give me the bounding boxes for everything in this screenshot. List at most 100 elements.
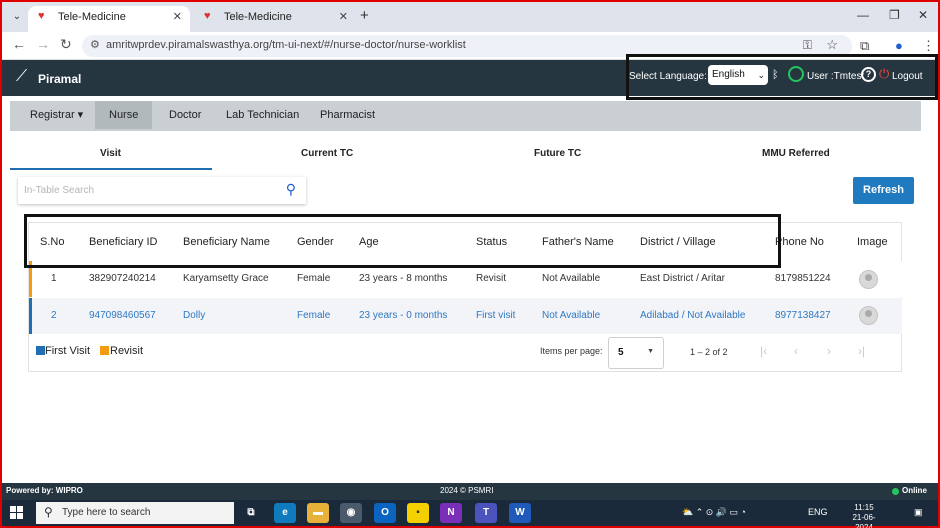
site-info-icon[interactable]: ⚙: [90, 38, 100, 51]
search-input[interactable]: In-Table Search ⚲: [18, 177, 306, 204]
tab-close-icon[interactable]: ✕: [173, 6, 182, 28]
last-page-icon[interactable]: ›|: [858, 344, 865, 358]
tab-title: Tele-Medicine: [224, 11, 292, 23]
powered-by: Powered by: WIPRO: [6, 486, 83, 495]
file-explorer-icon[interactable]: ▬: [307, 503, 329, 523]
cell-age: 23 years - 0 months: [359, 310, 448, 321]
minimize-icon[interactable]: —: [857, 8, 869, 22]
browser-tab-active[interactable]: ♥ Tele-Medicine ✕: [28, 6, 190, 32]
cell-beneficiary-id: 947098460567: [89, 310, 156, 321]
tab-visit[interactable]: Visit: [100, 148, 121, 159]
cell-beneficiary-id: 382907240214: [89, 273, 156, 284]
word-icon[interactable]: W: [509, 503, 531, 523]
role-nav: Registrar ▾ Nurse Doctor Lab Technician …: [10, 101, 921, 131]
browser-tab[interactable]: ♥ Tele-Medicine ✕: [194, 6, 356, 32]
role-pharmacist[interactable]: Pharmacist: [320, 101, 375, 129]
tab-search-icon[interactable]: ⌄: [8, 8, 26, 26]
online-status-icon: [892, 488, 899, 495]
cell-phone: 8977138427: [775, 310, 831, 321]
back-icon[interactable]: ←: [12, 36, 26, 52]
search-icon[interactable]: ⚲: [286, 181, 296, 198]
first-page-icon[interactable]: |‹: [760, 344, 767, 358]
extensions-icon[interactable]: ⧉: [860, 38, 869, 54]
cell-fathers-name: Not Available: [542, 273, 601, 284]
beneficiary-avatar[interactable]: [859, 306, 878, 325]
logo-text: Piramal: [38, 72, 82, 86]
browser-menu-icon[interactable]: ⋮: [922, 38, 935, 54]
col-phone[interactable]: Phone No: [775, 236, 824, 248]
windows-taskbar: ⚲ Type here to search ⧉ e ▬ ◉ O ▪ N T W …: [2, 500, 938, 528]
tab-favicon-icon: ♥: [38, 10, 45, 22]
col-image: Image: [857, 236, 888, 248]
cell-beneficiary-name: Karyamsetty Grace: [183, 273, 269, 284]
notifications-icon[interactable]: ▣: [914, 507, 923, 518]
cell-age: 23 years - 8 months: [359, 273, 448, 284]
cell-gender: Female: [297, 310, 331, 321]
role-registrar[interactable]: Registrar ▾: [30, 101, 83, 129]
tab-favicon-icon: ♥: [204, 10, 211, 22]
next-page-icon[interactable]: ›: [827, 344, 831, 358]
cell-sno: 2: [51, 310, 57, 321]
items-per-page-label: Items per page:: [540, 346, 603, 356]
role-doctor[interactable]: Doctor: [169, 101, 201, 129]
cell-sno: 1: [51, 273, 57, 284]
outlook-icon[interactable]: O: [374, 503, 396, 523]
onenote-icon[interactable]: N: [440, 503, 462, 523]
legend-revisit: Revisit: [110, 345, 144, 357]
cell-status: First visit: [476, 310, 516, 321]
teams-icon[interactable]: T: [475, 503, 497, 523]
cell-status: Revisit: [476, 273, 507, 284]
chrome-icon[interactable]: ◉: [340, 503, 362, 523]
page-size-value: 5: [618, 347, 624, 358]
beneficiary-avatar[interactable]: [859, 270, 878, 289]
cell-beneficiary-name: Dolly: [183, 310, 206, 321]
items-per-page-select[interactable]: 5 ▼: [608, 337, 664, 369]
cell-gender: Female: [297, 273, 331, 284]
refresh-button[interactable]: Refresh: [853, 177, 914, 204]
clock-date: 21-06-2024: [852, 513, 876, 528]
clock-time: 11:15: [854, 503, 874, 512]
profile-icon[interactable]: ●: [895, 38, 903, 53]
tab-mmu-referred[interactable]: MMU Referred: [762, 148, 830, 159]
legend-first-visit: First Visit: [45, 345, 91, 357]
windows-start-icon[interactable]: [10, 506, 24, 520]
password-key-icon[interactable]: ⚿: [803, 38, 812, 53]
role-lab-technician[interactable]: Lab Technician: [226, 101, 299, 129]
system-clock[interactable]: 11:15 21-06-2024: [847, 503, 881, 528]
copyright: 2024 © PSMRI: [440, 486, 494, 495]
taskbar-search-input[interactable]: ⚲ Type here to search: [36, 502, 234, 524]
revisit-swatch: [100, 346, 109, 355]
active-tab-indicator: [10, 168, 212, 170]
bookmark-star-icon[interactable]: ☆: [826, 37, 838, 53]
tab-title: Tele-Medicine: [58, 11, 126, 23]
cell-district-village: Adilabad / Not Available: [640, 310, 746, 321]
new-tab-icon[interactable]: +: [360, 7, 369, 24]
role-nurse[interactable]: Nurse: [95, 101, 153, 129]
prev-page-icon[interactable]: ‹: [794, 344, 798, 358]
online-status: Online: [902, 486, 927, 495]
tab-close-icon[interactable]: ✕: [339, 6, 348, 28]
table-row[interactable]: [29, 298, 902, 334]
cell-district-village: East District / Aritar: [640, 273, 726, 284]
edge-icon[interactable]: e: [274, 503, 296, 523]
task-view-icon[interactable]: ⧉: [240, 503, 262, 523]
page-range: 1 – 2 of 2: [690, 347, 728, 357]
forward-icon[interactable]: →: [36, 36, 50, 52]
tab-current-tc[interactable]: Current TC: [301, 148, 353, 159]
maximize-icon[interactable]: ❐: [889, 8, 900, 22]
piramal-logo-icon: ⟋: [16, 68, 28, 85]
close-window-icon[interactable]: ✕: [918, 8, 928, 22]
tab-future-tc[interactable]: Future TC: [534, 148, 581, 159]
table-header-annotation-box: [24, 214, 781, 268]
cell-fathers-name: Not Available: [542, 310, 601, 321]
sticky-notes-icon[interactable]: ▪: [407, 503, 429, 523]
header-annotation-box: [626, 54, 938, 100]
app-footer: Powered by: WIPRO 2024 © PSMRI Online: [2, 483, 938, 500]
reload-icon[interactable]: ↻: [60, 36, 72, 53]
dropdown-arrow-icon: ▼: [647, 348, 654, 355]
search-icon: ⚲: [44, 505, 53, 519]
language-indicator[interactable]: ENG: [808, 507, 828, 517]
first-visit-swatch: [36, 346, 45, 355]
system-tray-icons[interactable]: ⛅ ⌃ ⊙ 🔊 ▭ ◔: [682, 507, 746, 518]
taskbar-search-placeholder: Type here to search: [62, 507, 151, 518]
